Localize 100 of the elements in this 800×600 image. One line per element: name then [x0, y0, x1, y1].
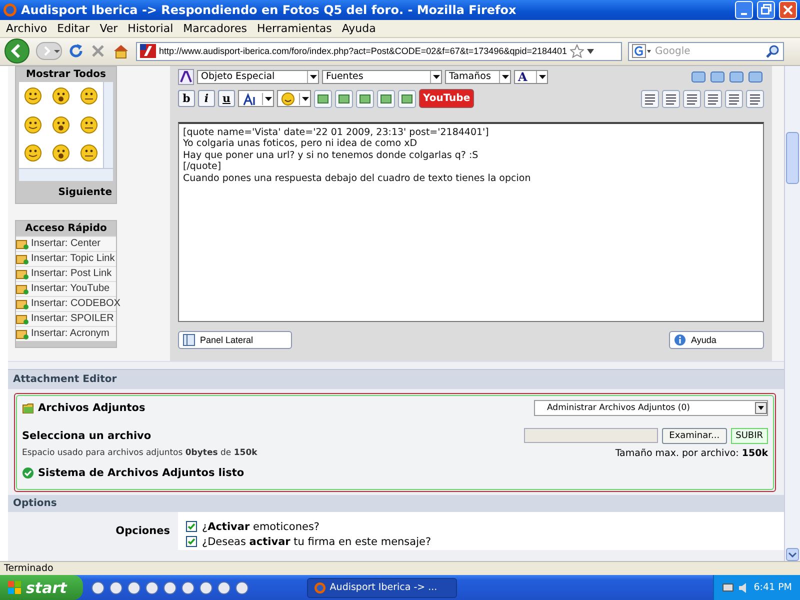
section-header: Attachment Editor [8, 368, 784, 389]
italic-button[interactable]: i [198, 90, 215, 108]
stop-icon[interactable] [90, 43, 106, 60]
menu-item[interactable]: Archivo [2, 22, 54, 35]
menu-item[interactable]: Ver [96, 22, 124, 35]
smiley-icon[interactable] [52, 144, 70, 162]
quick-access-item[interactable]: Insertar: Post Link [16, 266, 116, 281]
smiley-icon[interactable] [80, 144, 98, 162]
folder-plus-icon [16, 328, 29, 340]
attachments-title: Archivos Adjuntos [38, 402, 146, 414]
menu-item[interactable]: Herramientas [252, 22, 338, 35]
smiley-icon[interactable] [24, 144, 42, 162]
smiley-icon[interactable] [24, 116, 42, 134]
reload-icon[interactable] [68, 43, 84, 60]
close-button[interactable] [779, 0, 797, 19]
site-logo-icon [140, 44, 156, 58]
smiley-icon [281, 92, 295, 106]
message-textarea[interactable] [178, 122, 764, 322]
restore-icon [760, 4, 772, 16]
next-link[interactable]: Siguiente [16, 180, 116, 203]
horizontal-scrollbar[interactable] [19, 168, 113, 181]
star-icon[interactable] [570, 44, 584, 58]
message-text-line: Hay que poner una url? y si no tenemos donde colgarlas q? :S [183, 150, 480, 162]
select-file-label: Selecciona un archivo [22, 430, 152, 442]
vertical-scrollbar[interactable] [103, 82, 113, 168]
address-bar[interactable]: http://www.audisport-iberica.com/foro/index.php?act=Post&CODE=02&f=67&t=173496&qpid=2184401 [136, 42, 622, 61]
folder-plus-icon [16, 298, 29, 310]
bold-button[interactable]: b [178, 90, 195, 108]
window-title: Audisport Iberica -> Respondiendo en Fotos Q5 del foro. - Mozilla Firefox [21, 2, 518, 17]
message-text-line: [/quote] [183, 161, 222, 173]
option-text: ¿Deseas activar tu firma en este mensaje? [202, 536, 432, 548]
url-text: http://www.audisport-iberica.com/foro/index.php?act=Post&CODE=02&f=67&t=173496&qpid=2184401 [159, 46, 568, 56]
panel-header: Acceso Rápido [24, 222, 108, 236]
scrollbar[interactable] [784, 66, 800, 562]
font-color-select[interactable]: A [514, 70, 548, 84]
text-color-select[interactable] [238, 90, 274, 108]
underline-button[interactable]: u [218, 90, 235, 108]
taskbar-button[interactable]: Audisport Iberica -> ... [306, 578, 457, 598]
folder-icon [22, 402, 34, 414]
dropdown-caret-icon[interactable] [587, 48, 594, 54]
scrollbar-thumb[interactable] [786, 132, 799, 184]
checkbox[interactable] [186, 521, 197, 532]
quick-access-item[interactable]: Insertar: SPOILER [16, 310, 116, 326]
status-text: Terminado [4, 563, 54, 574]
option-text: ¿Activar emoticones? [202, 520, 320, 533]
minimize-icon [741, 12, 747, 15]
align-left-icon[interactable] [662, 90, 680, 108]
panel-header[interactable]: Mostrar Todos [16, 66, 116, 82]
file-path-field[interactable] [524, 428, 658, 444]
max-size-text: Tamaño max. por archivo: 150k [615, 448, 768, 459]
dropdown-caret-icon [264, 96, 272, 101]
search-engine-icon[interactable] [632, 44, 652, 58]
menu-item[interactable]: Marcadores [179, 22, 253, 35]
dropdown-select[interactable]: Fuentes [322, 70, 442, 84]
side-panel-button[interactable]: Panel Lateral [178, 330, 292, 349]
message-text-line: Yo colgaria unas foticos, pero ni idea de como xD [183, 138, 418, 150]
quick-access-item[interactable]: Insertar: Acronym [16, 326, 116, 341]
windows-logo-icon [8, 580, 22, 594]
menu-item[interactable]: Editar [53, 22, 96, 35]
checkbox[interactable] [186, 536, 197, 548]
quick-access-item[interactable]: Insertar: YouTube [16, 280, 116, 296]
smiley-icon[interactable] [52, 87, 70, 106]
special-object-icon[interactable] [178, 68, 194, 85]
emoticon-select[interactable] [277, 90, 311, 108]
search-icon[interactable] [766, 44, 780, 58]
folder-plus-icon [16, 282, 29, 295]
search-bar[interactable]: Google [628, 42, 784, 61]
manage-attachments-select[interactable]: Administrar Archivos Adjuntos (0) [534, 400, 768, 416]
section-header: Options [8, 494, 784, 512]
dropdown-caret-icon [502, 74, 508, 79]
panel-icon [183, 334, 195, 346]
dropdown-caret-icon [755, 402, 768, 414]
dropdown-caret-icon [538, 74, 546, 79]
upload-button[interactable]: SUBIR [730, 428, 768, 444]
status-text: Sistema de Archivos Adjuntos listo [38, 466, 244, 479]
folder-plus-icon [16, 238, 29, 250]
dropdown-select[interactable]: Objeto Especial [197, 70, 319, 84]
dropdown-select[interactable]: Tamaños [445, 70, 511, 84]
smiley-icon[interactable] [80, 116, 98, 134]
folder-plus-icon [16, 252, 29, 265]
menu-item[interactable]: Historial [124, 22, 180, 35]
restore-button[interactable] [757, 0, 775, 19]
info-icon [674, 334, 686, 346]
home-icon[interactable] [112, 43, 130, 60]
dropdown-caret-icon [310, 74, 316, 79]
help-button[interactable]: Ayuda [669, 330, 764, 349]
message-text-line: Cuando pones una respuesta debajo del cuadro de texto tienes la opcion [183, 172, 532, 184]
youtube-button[interactable]: YouTube [419, 89, 474, 108]
menu-item[interactable]: Ayuda [338, 22, 382, 35]
smiley-icon[interactable] [52, 116, 70, 134]
folder-plus-icon [16, 312, 29, 325]
usage-text: Espacio usado para archivos adjuntos 0bytes de 150k [22, 448, 258, 458]
folder-plus-icon [16, 268, 29, 280]
minimize-button[interactable] [735, 0, 753, 19]
check-circle-icon [22, 466, 34, 479]
smiley-icon[interactable] [80, 87, 98, 106]
browse-button[interactable]: Examinar... [662, 428, 727, 444]
quick-access-item[interactable]: Insertar: Topic Link [16, 250, 116, 266]
smiley-icon[interactable] [24, 87, 42, 106]
quick-access-item[interactable]: Insertar: Center [16, 236, 116, 251]
